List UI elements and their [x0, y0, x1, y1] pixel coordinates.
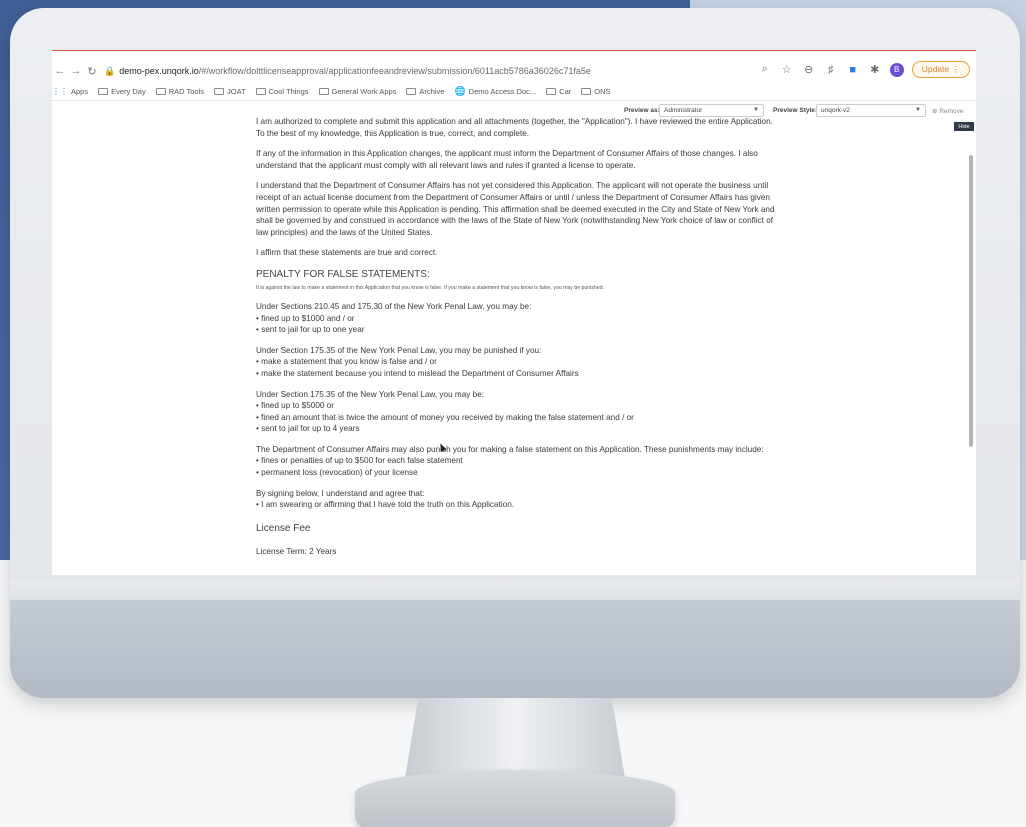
preview-style-select[interactable]: unqork-v2 ▼	[816, 104, 926, 117]
penalty-section-4: The Department of Consumer Affairs may a…	[256, 444, 776, 479]
section-bullet: fined up to $5000 or	[256, 401, 334, 410]
section-bullet: fined an amount that is twice the amount…	[256, 413, 634, 422]
bookmark-demo-access-doc[interactable]: 🌐 Demo Access Doc...	[454, 86, 536, 97]
bookmark-joat[interactable]: JOAT	[214, 87, 246, 96]
penalty-heading: PENALTY FOR FALSE STATEMENTS:	[256, 268, 430, 280]
bookmark-label: Every Day	[111, 87, 146, 96]
tool-icon[interactable]: ♯	[824, 64, 838, 76]
preview-style-label: Preview Style:	[773, 107, 818, 114]
affirmation-paragraph-3: I understand that the Department of Cons…	[256, 181, 775, 237]
bookmark-rad-tools[interactable]: RAD Tools	[155, 87, 204, 96]
search-icon[interactable]: ⌕	[758, 63, 772, 76]
section-bullet: sent to jail for up to one year	[256, 325, 364, 334]
browser-toolbar: ← → ↻ 🔒 demo-pex.unqork.io/#/workflow/do…	[52, 59, 976, 83]
url-path: /#/workflow/dolttlicenseapproval/applica…	[198, 66, 591, 76]
lock-icon: 🔒	[104, 65, 116, 76]
remove-button[interactable]: ⊕ Remove	[932, 107, 963, 115]
bookmark-label: Apps	[71, 87, 89, 96]
bookmark-every-day[interactable]: Every Day	[98, 87, 146, 96]
section-intro: Under Sections 210.45 and 175.30 of the …	[256, 301, 532, 311]
monitor-chin	[10, 600, 1020, 698]
preview-as-label: Preview as:	[624, 107, 660, 114]
bookmark-label: Archive	[419, 87, 445, 96]
star-icon[interactable]: ☆	[780, 63, 794, 76]
folder-icon	[406, 88, 417, 95]
folder-icon	[155, 88, 166, 95]
application-affirmation-content: I am authorized to complete and submit t…	[256, 116, 776, 558]
preview-as-value: Administrator	[664, 107, 703, 114]
browser-screen: ← → ↻ 🔒 demo-pex.unqork.io/#/workflow/do…	[52, 50, 976, 575]
affirmation-paragraph-2: If any of the information in this Applic…	[256, 149, 758, 170]
folder-icon	[214, 88, 224, 95]
section-bullet: make a statement that you know is false …	[256, 357, 437, 366]
section-intro: Under Section 175.35 of the New York Pen…	[256, 389, 485, 399]
folder-icon	[546, 88, 557, 95]
bookmark-general-work-apps[interactable]: General Work Apps	[318, 87, 397, 96]
toolbar-right: ⌕ ☆ ⊖ ♯ ■ ✱ B Update ⋮	[758, 61, 970, 78]
extension-icon[interactable]: ⊖	[802, 63, 816, 76]
section-bullet: sent to jail for up to 4 years	[256, 424, 359, 433]
folder-icon	[318, 88, 329, 95]
update-button[interactable]: Update ⋮	[911, 61, 970, 78]
section-intro: The Department of Consumer Affairs may a…	[256, 444, 764, 454]
bookmark-ons[interactable]: ONS	[581, 87, 611, 96]
bookmark-archive[interactable]: Archive	[406, 87, 444, 96]
signing-section: By signing below, I understand and agree…	[256, 488, 776, 511]
url-host: demo-pex.unqork.io	[119, 66, 199, 76]
chevron-down-icon: ▼	[753, 107, 759, 113]
back-arrow-icon[interactable]: ←	[52, 65, 68, 77]
penalty-warning: It is against the law to make a statemen…	[256, 284, 605, 291]
section-intro: Under Section 175.35 of the New York Pen…	[256, 345, 542, 355]
license-term: License Term: 2 Years	[256, 547, 337, 557]
section-intro: By signing below, I understand and agree…	[256, 488, 425, 498]
remove-label: Remove	[939, 108, 964, 115]
puzzle-icon[interactable]: ✱	[868, 63, 882, 76]
monitor-stand-base	[355, 770, 675, 827]
bookmark-label: Demo Access Doc...	[468, 87, 537, 96]
monitor-stand-neck	[405, 698, 625, 778]
preview-style-value: unqork-v2	[821, 107, 850, 114]
chevron-down-icon: ▼	[915, 107, 921, 113]
bookmark-label: Car	[559, 87, 572, 96]
reload-icon[interactable]: ↻	[84, 65, 100, 78]
bookmark-label: RAD Tools	[168, 87, 204, 96]
section-bullet: fines or penalties of up to $500 for eac…	[256, 456, 463, 465]
folder-icon	[255, 88, 266, 95]
apps-grid-icon: ⋮⋮	[52, 87, 68, 96]
bookmark-label: General Work Apps	[331, 87, 397, 96]
section-bullet: permanent loss (revocation) of your lice…	[256, 468, 418, 477]
bookmark-car[interactable]: Car	[546, 87, 571, 96]
bookmark-label: JOAT	[227, 87, 246, 96]
bookmark-cool-things[interactable]: Cool Things	[255, 87, 309, 96]
hide-button[interactable]: Hide	[954, 122, 974, 131]
bookmark-label: Cool Things	[268, 87, 309, 96]
update-label: Update	[921, 64, 950, 74]
section-bullet: make the statement because you intend to…	[256, 369, 579, 378]
bookmarks-bar: ⋮⋮ Apps Every Day RAD Tools JOAT Cool Th…	[52, 83, 976, 101]
section-bullet: fined up to $1000 and / or	[256, 314, 354, 323]
bookmark-apps[interactable]: ⋮⋮ Apps	[52, 87, 88, 96]
forward-arrow-icon[interactable]: →	[68, 65, 84, 77]
penalty-section-2: Under Section 175.35 of the New York Pen…	[256, 345, 776, 380]
scrollbar-thumb[interactable]	[969, 155, 973, 447]
section-bullet: I am swearing or affirming that I have t…	[256, 500, 514, 509]
video-icon[interactable]: ■	[846, 64, 860, 76]
bookmark-label: ONS	[594, 87, 611, 96]
penalty-section-3: Under Section 175.35 of the New York Pen…	[256, 389, 776, 435]
address-bar[interactable]: 🔒 demo-pex.unqork.io/#/workflow/dolttlic…	[104, 66, 591, 77]
penalty-section-1: Under Sections 210.45 and 175.30 of the …	[256, 301, 776, 336]
license-fee-heading: License Fee	[256, 522, 311, 534]
globe-icon: 🌐	[454, 86, 466, 96]
avatar[interactable]: B	[889, 62, 904, 77]
affirmation-paragraph-4: I affirm that these statements are true …	[256, 248, 438, 258]
affirmation-paragraph-1: I am authorized to complete and submit t…	[256, 117, 773, 138]
folder-icon	[98, 88, 109, 95]
folder-icon	[581, 88, 592, 95]
